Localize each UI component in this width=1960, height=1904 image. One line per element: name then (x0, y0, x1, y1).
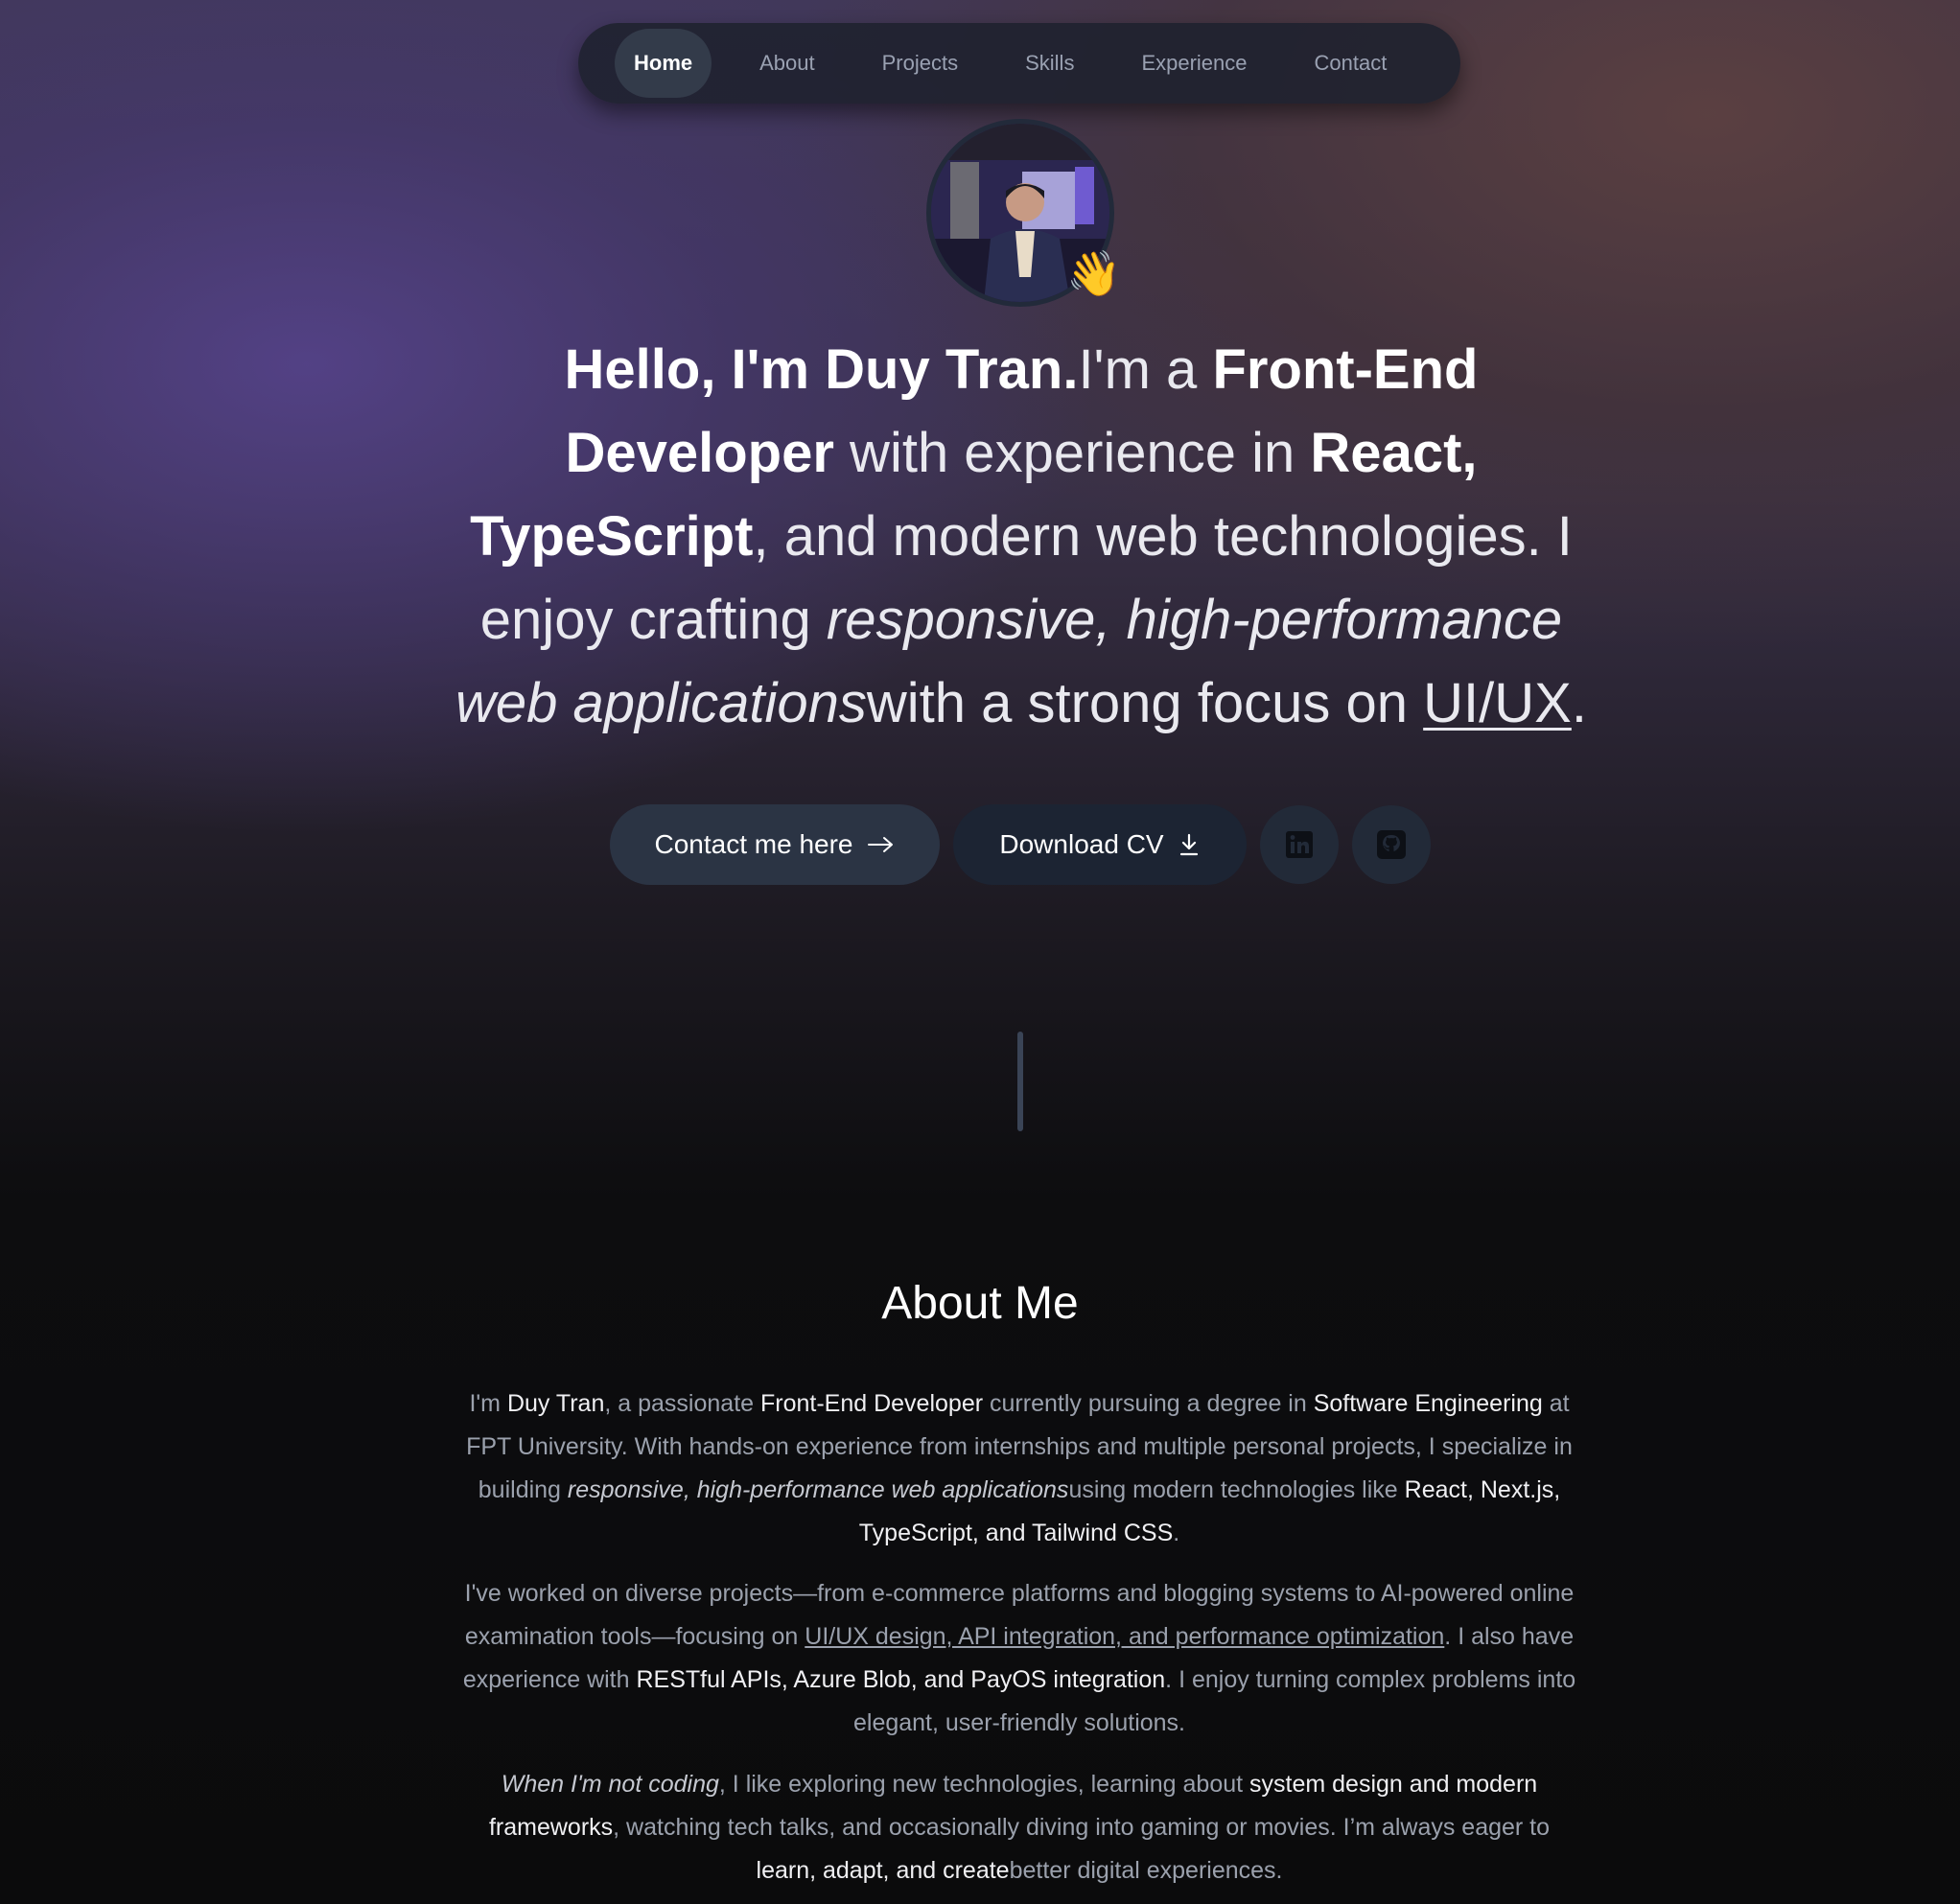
scroll-indicator (1017, 1032, 1023, 1131)
nav-item-projects[interactable]: Projects (863, 29, 977, 98)
arrow-right-icon (867, 837, 893, 852)
nav-item-experience[interactable]: Experience (1122, 29, 1266, 98)
linkedin-icon (1286, 831, 1313, 858)
download-icon (1179, 833, 1198, 856)
nav-item-contact[interactable]: Contact (1295, 29, 1407, 98)
hero-greeting: Hello, I'm Duy Tran. (564, 338, 1079, 401)
hero-focus: UI/UX (1423, 672, 1572, 734)
contact-me-button[interactable]: Contact me here (610, 804, 940, 885)
download-cv-button[interactable]: Download CV (953, 804, 1247, 885)
hero-intro: Hello, I'm Duy Tran.I'm a Front-End Deve… (455, 338, 1587, 734)
nav-item-skills[interactable]: Skills (1006, 29, 1093, 98)
about-section-title: About Me (881, 1278, 1079, 1329)
linkedin-button[interactable] (1260, 805, 1339, 884)
about-paragraph-2: I've worked on diverse projects—from e-c… (462, 1580, 1576, 1736)
waving-hand-icon: 👋 (1066, 248, 1122, 298)
about-paragraph-3: When I'm not coding, I like exploring ne… (488, 1771, 1551, 1884)
nav-item-home[interactable]: Home (615, 29, 712, 98)
hero-actions: Contact me here Download CV (610, 804, 1444, 885)
nav-item-about[interactable]: About (740, 29, 834, 98)
about-paragraph-1: I'm Duy Tran, a passionate Front-End Dev… (466, 1390, 1573, 1546)
github-icon (1377, 830, 1406, 859)
top-navigation: Home About Projects Skills Experience Co… (578, 23, 1460, 104)
github-button[interactable] (1352, 805, 1431, 884)
profile-avatar-container: 👋 (926, 119, 1121, 307)
